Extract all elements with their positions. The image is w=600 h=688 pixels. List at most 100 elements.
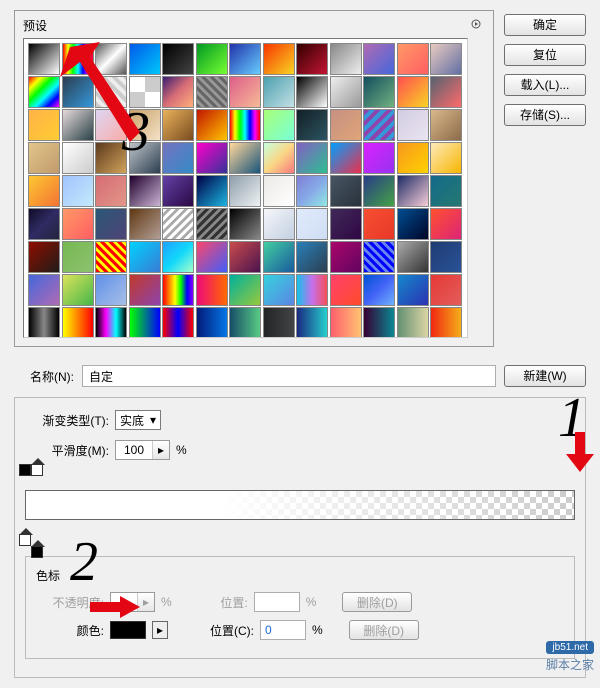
gradient-swatch[interactable] (95, 274, 127, 306)
gradient-swatch[interactable] (296, 307, 328, 338)
gradient-swatch[interactable] (162, 109, 194, 141)
gradient-swatch[interactable] (162, 175, 194, 207)
gradient-swatch[interactable] (263, 175, 295, 207)
gradient-swatch[interactable] (196, 43, 228, 75)
gradient-swatch[interactable] (330, 241, 362, 273)
gradient-swatch[interactable] (95, 109, 127, 141)
gradient-swatch[interactable] (229, 142, 261, 174)
gradient-swatch[interactable] (162, 241, 194, 273)
gradient-bar[interactable] (25, 490, 575, 520)
gradient-swatch[interactable] (28, 274, 60, 306)
load-button[interactable]: 载入(L)... (504, 74, 586, 96)
gradient-swatch[interactable] (28, 76, 60, 108)
gradient-swatch[interactable] (129, 43, 161, 75)
gradient-swatch[interactable] (330, 175, 362, 207)
gradient-swatch[interactable] (129, 208, 161, 240)
gradient-swatch[interactable] (229, 109, 261, 141)
gradient-swatch[interactable] (28, 208, 60, 240)
gradient-swatch[interactable] (296, 142, 328, 174)
color-stop-left[interactable] (19, 534, 31, 546)
gradient-swatch[interactable] (62, 208, 94, 240)
gradient-swatch[interactable] (263, 76, 295, 108)
gradient-swatch[interactable] (196, 142, 228, 174)
gradient-swatch[interactable] (363, 142, 395, 174)
gradient-swatch[interactable] (28, 43, 60, 75)
gradient-swatch[interactable] (430, 208, 462, 240)
reset-button[interactable]: 复位 (504, 44, 586, 66)
gradient-swatch[interactable] (330, 307, 362, 338)
spinner-caret-icon[interactable]: ▸ (152, 441, 169, 459)
color-stop-right[interactable] (31, 546, 43, 558)
gradient-swatch[interactable] (62, 142, 94, 174)
gradient-swatch[interactable] (330, 109, 362, 141)
gradient-swatch[interactable] (28, 307, 60, 338)
gradient-swatch[interactable] (162, 142, 194, 174)
gradient-swatch[interactable] (196, 274, 228, 306)
gradient-swatch[interactable] (162, 307, 194, 338)
gradient-swatch[interactable] (129, 109, 161, 141)
gradient-swatch[interactable] (296, 208, 328, 240)
gradient-swatch[interactable] (363, 274, 395, 306)
opacity-stop-left[interactable] (19, 464, 31, 476)
gradient-swatch[interactable] (129, 307, 161, 338)
gradient-swatch[interactable] (162, 43, 194, 75)
gradient-swatch[interactable] (28, 241, 60, 273)
save-button[interactable]: 存储(S)... (504, 104, 586, 126)
gradient-swatch[interactable] (62, 175, 94, 207)
gradient-swatch[interactable] (229, 175, 261, 207)
gradient-swatch[interactable] (397, 43, 429, 75)
gradient-swatch[interactable] (430, 274, 462, 306)
gradient-swatch[interactable] (397, 208, 429, 240)
gradient-swatch[interactable] (95, 307, 127, 338)
color-swatch[interactable] (110, 621, 146, 639)
gradient-swatch[interactable] (363, 109, 395, 141)
gradient-swatch[interactable] (62, 307, 94, 338)
gradient-swatch[interactable] (363, 175, 395, 207)
gradient-swatch[interactable] (296, 109, 328, 141)
gradient-swatch[interactable] (397, 241, 429, 273)
gradient-swatch[interactable] (363, 43, 395, 75)
gradient-swatch[interactable] (62, 109, 94, 141)
smoothness-input[interactable]: 100 ▸ (115, 440, 170, 460)
gradient-swatch[interactable] (28, 109, 60, 141)
gradient-swatch[interactable] (330, 274, 362, 306)
gradient-swatch[interactable] (129, 142, 161, 174)
gradient-swatch[interactable] (263, 274, 295, 306)
gradient-swatch[interactable] (95, 241, 127, 273)
gradient-swatch[interactable] (430, 43, 462, 75)
gradient-swatch[interactable] (397, 142, 429, 174)
gradient-swatch[interactable] (296, 76, 328, 108)
gradient-swatch[interactable] (430, 241, 462, 273)
gradient-swatch[interactable] (196, 109, 228, 141)
gradient-swatch[interactable] (263, 241, 295, 273)
gradient-swatch[interactable] (196, 175, 228, 207)
gradient-swatch[interactable] (397, 76, 429, 108)
gradient-swatch[interactable] (196, 76, 228, 108)
gradient-swatch[interactable] (62, 76, 94, 108)
gradient-swatch[interactable] (397, 109, 429, 141)
gradient-swatch[interactable] (363, 307, 395, 338)
gradient-swatch[interactable] (397, 274, 429, 306)
gradient-swatch[interactable] (296, 175, 328, 207)
gradient-swatch[interactable] (430, 142, 462, 174)
gradient-swatch[interactable] (95, 208, 127, 240)
gradient-swatch[interactable] (430, 109, 462, 141)
color-menu-icon[interactable]: ▸ (152, 621, 168, 639)
gradient-swatch[interactable] (363, 241, 395, 273)
gradient-swatch[interactable] (196, 307, 228, 338)
gradient-swatch[interactable] (62, 274, 94, 306)
color-position-input[interactable] (260, 620, 306, 640)
gradient-swatch[interactable] (229, 43, 261, 75)
gradient-swatch[interactable] (397, 307, 429, 338)
gradient-swatch[interactable] (363, 208, 395, 240)
gradient-swatch[interactable] (162, 76, 194, 108)
gradient-swatch[interactable] (28, 142, 60, 174)
gradient-swatch[interactable] (95, 76, 127, 108)
ok-button[interactable]: 确定 (504, 14, 586, 36)
gradient-swatch[interactable] (330, 208, 362, 240)
gradient-swatch[interactable] (129, 274, 161, 306)
name-input[interactable] (82, 365, 496, 387)
gradient-swatch[interactable] (229, 208, 261, 240)
gradient-swatch[interactable] (28, 175, 60, 207)
gradient-swatch[interactable] (330, 43, 362, 75)
